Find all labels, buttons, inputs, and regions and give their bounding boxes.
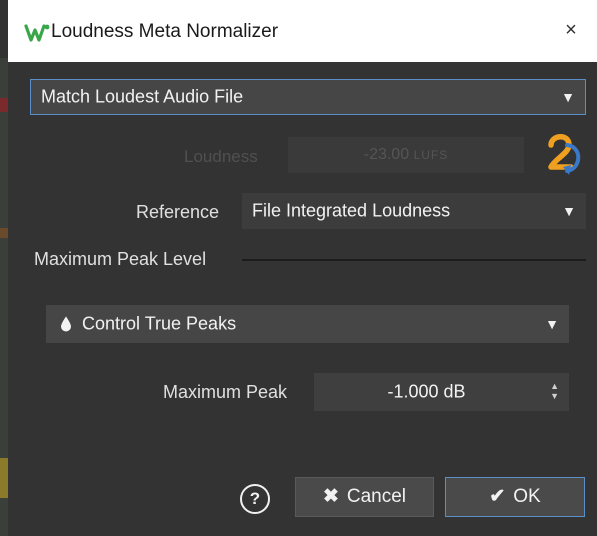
loudness-label: Loudness — [184, 147, 258, 166]
peak-mode-label-wrap: Control True Peaks — [60, 314, 236, 335]
mode-dropdown[interactable]: Match Loudest Audio File ▼ — [30, 79, 586, 115]
peak-mode-value: Control True Peaks — [82, 313, 237, 334]
cancel-button[interactable]: ✖ Cancel — [295, 477, 434, 517]
max-peak-section-header: Maximum Peak Level — [34, 247, 586, 271]
spinbox-steppers[interactable]: ▲ ▼ — [550, 381, 559, 401]
reference-label: Reference — [136, 202, 220, 222]
wavelab-logo-icon — [24, 24, 50, 42]
dialog-body: Match Loudest Audio File ▼ Loudness -23.… — [8, 62, 597, 536]
mode-dropdown-value: Match Loudest Audio File — [41, 86, 244, 107]
window-title: Loudness Meta Normalizer — [51, 21, 279, 42]
section-title: Maximum Peak Level — [34, 249, 207, 269]
loudness-value: -23.00 — [363, 146, 410, 163]
title-bar: Loudness Meta Normalizer × — [8, 0, 597, 62]
help-button[interactable]: ? — [240, 484, 270, 514]
chevron-down-icon: ▼ — [561, 89, 575, 105]
chevron-down-icon: ▼ — [562, 203, 576, 219]
section-divider — [242, 259, 586, 261]
ok-label: OK — [513, 486, 541, 507]
maximum-peak-spinbox[interactable]: -1.000 dB ▲ ▼ — [314, 373, 569, 411]
x-icon: ✖ — [322, 486, 339, 507]
loudness-unit: LUFS — [413, 148, 449, 162]
background-app-edge — [0, 58, 8, 536]
drop-icon — [61, 316, 71, 332]
reference-dropdown-value: File Integrated Loudness — [252, 200, 451, 221]
loudness-field: -23.00 LUFS — [288, 137, 524, 173]
stepper-down-icon[interactable]: ▼ — [550, 391, 559, 401]
reference-dropdown[interactable]: File Integrated Loudness ▼ — [242, 193, 586, 229]
loudness-meta-normalizer-dialog: Loudness Meta Normalizer × Match Loudest… — [0, 0, 597, 536]
maximum-peak-value[interactable]: -1.000 dB — [314, 382, 539, 403]
close-button[interactable]: × — [559, 18, 583, 42]
stepper-up-icon[interactable]: ▲ — [550, 381, 559, 391]
peak-mode-dropdown[interactable]: Control True Peaks ▼ — [46, 305, 569, 343]
ok-button[interactable]: ✔ OK — [445, 477, 585, 517]
two-pass-icon[interactable] — [545, 131, 585, 179]
cancel-label: Cancel — [346, 486, 407, 507]
checkmark-icon: ✔ — [489, 486, 506, 507]
chevron-down-icon: ▼ — [545, 316, 559, 332]
maximum-peak-label: Maximum Peak — [163, 382, 288, 402]
